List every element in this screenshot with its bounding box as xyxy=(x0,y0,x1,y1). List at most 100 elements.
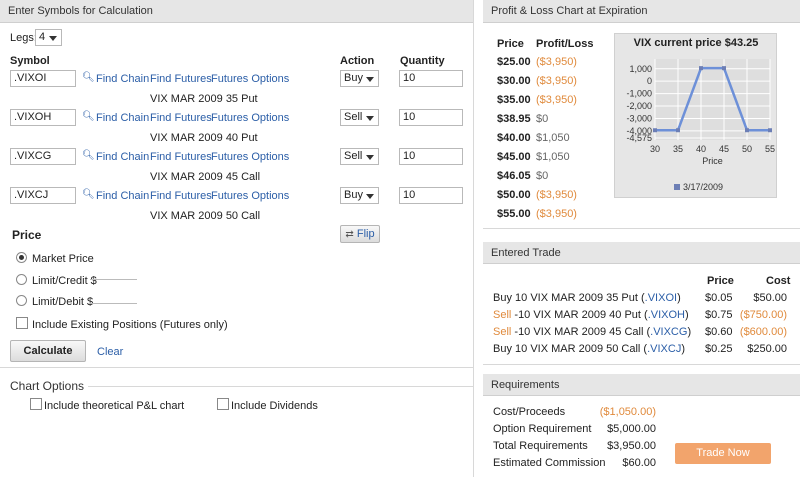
symbol-input[interactable]: .VIXOH xyxy=(10,109,76,126)
find-futures-link[interactable]: Find Futures xyxy=(150,190,212,202)
market-price-radio[interactable] xyxy=(16,252,27,263)
include-existing-checkbox[interactable] xyxy=(16,317,28,329)
entered-trade-title: Entered Trade xyxy=(491,247,561,259)
action-value: Buy xyxy=(344,189,363,201)
quantity-input[interactable]: 10 xyxy=(399,148,463,165)
trade-action: Sell xyxy=(493,309,512,321)
trade-cost: $50.00 xyxy=(753,292,787,304)
find-futures-link[interactable]: Find Futures xyxy=(150,151,212,163)
trade-close-paren: ) xyxy=(681,343,685,355)
requirement-value: ($1,050.00) xyxy=(599,406,656,418)
futures-options-link[interactable]: Futures Options xyxy=(211,190,289,202)
chart-x-tick-label: 50 xyxy=(742,144,752,154)
trade-close-paren: ) xyxy=(687,326,692,338)
pl-price-header: Price xyxy=(497,38,524,50)
limit-credit-input[interactable] xyxy=(90,266,137,280)
action-select[interactable]: Sell xyxy=(340,109,379,126)
trade-symbol-link[interactable]: .VIXOH xyxy=(648,309,685,321)
action-select[interactable]: Buy xyxy=(340,70,379,87)
chart-plot-area xyxy=(655,59,770,140)
trade-row: Sell -10 VIX MAR 2009 40 Put (.VIXOH) xyxy=(493,309,689,321)
quantity-input[interactable]: 10 xyxy=(399,109,463,126)
chart-data-point xyxy=(768,128,772,133)
trade-description: -10 VIX MAR 2009 45 Call ( xyxy=(511,326,651,338)
find-futures-link[interactable]: Find Futures xyxy=(150,73,212,85)
chart-legend-label: 3/17/2009 xyxy=(683,182,723,192)
symbol-input[interactable]: .VIXOI xyxy=(10,70,76,87)
legs-label: Legs: xyxy=(10,32,37,44)
trade-now-button[interactable]: Trade Now xyxy=(675,443,771,464)
trade-symbol-link[interactable]: .VIXCG xyxy=(650,326,687,338)
action-select[interactable]: Buy xyxy=(340,187,379,204)
include-existing-label: Include Existing Positions (Futures only… xyxy=(32,319,228,331)
limit-debit-radio[interactable] xyxy=(16,295,27,306)
magnifier-icon: 🔍︎ xyxy=(82,150,95,161)
trade-price: $0.25 xyxy=(705,343,733,355)
price-heading: Price xyxy=(12,228,42,242)
pl-row-price: $50.00 xyxy=(497,189,531,201)
futures-options-link[interactable]: Futures Options xyxy=(211,73,289,85)
find-futures-link[interactable]: Find Futures xyxy=(150,112,212,124)
trade-row: Sell -10 VIX MAR 2009 45 Call (.VIXCG) xyxy=(493,326,691,338)
right-divider-1 xyxy=(483,228,800,229)
pl-row-value: ($3,950) xyxy=(536,56,577,68)
chart-x-tick-label: 45 xyxy=(719,144,729,154)
market-price-label: Market Price xyxy=(32,253,94,265)
pl-chart: VIX current price $43.25 1,000 0 -1,000 -2,0… xyxy=(614,33,777,198)
chevron-down-icon xyxy=(366,194,374,199)
find-chain-link[interactable]: Find Chain xyxy=(96,112,149,124)
limit-credit-radio[interactable] xyxy=(16,274,27,285)
pl-row-price: $55.00 xyxy=(497,208,531,220)
symbol-input[interactable]: .VIXCJ xyxy=(10,187,76,204)
trade-price: $0.75 xyxy=(705,309,733,321)
find-chain-link[interactable]: Find Chain xyxy=(96,151,149,163)
trade-symbol-link[interactable]: .VIXCJ xyxy=(647,343,681,355)
action-value: Buy xyxy=(344,72,363,84)
futures-options-link[interactable]: Futures Options xyxy=(211,151,289,163)
find-chain-link[interactable]: Find Chain xyxy=(96,190,149,202)
leg-description: VIX MAR 2009 40 Put xyxy=(150,132,258,144)
symbol-input[interactable]: .VIXCG xyxy=(10,148,76,165)
limit-debit-label: Limit/Debit $ xyxy=(32,296,94,308)
trade-symbol-link[interactable]: .VIXOI xyxy=(645,292,677,304)
quantity-input[interactable]: 10 xyxy=(399,70,463,87)
section-divider xyxy=(0,367,473,368)
action-column-header: Action xyxy=(340,55,375,67)
pl-row-price: $38.95 xyxy=(497,113,531,125)
pl-panel-header: Profit & Loss Chart at Expiration xyxy=(483,0,800,23)
calculate-button[interactable]: Calculate xyxy=(10,340,86,362)
clear-link[interactable]: Clear xyxy=(97,346,123,358)
pl-row-price: $30.00 xyxy=(497,75,531,87)
quantity-input[interactable]: 10 xyxy=(399,187,463,204)
chart-legend-swatch xyxy=(674,184,680,190)
right-divider-2 xyxy=(483,364,800,365)
chart-x-tick-label: 35 xyxy=(673,144,683,154)
magnifier-icon: 🔍︎ xyxy=(82,189,95,200)
chevron-down-icon xyxy=(366,77,374,82)
trade-price: $0.05 xyxy=(705,292,733,304)
pl-row-value: ($3,950) xyxy=(536,208,577,220)
requirement-label: Total Requirements xyxy=(493,440,588,452)
requirement-label: Estimated Commission xyxy=(493,457,606,469)
pl-row-price: $45.00 xyxy=(497,151,531,163)
action-select[interactable]: Sell xyxy=(340,148,379,165)
requirement-value: $60.00 xyxy=(622,457,656,469)
theoretical-pl-checkbox[interactable] xyxy=(30,398,42,410)
limit-debit-input[interactable] xyxy=(90,290,137,304)
trade-cost: ($750.00) xyxy=(739,309,787,321)
requirement-value: $3,950.00 xyxy=(607,440,656,452)
trade-cost: $250.00 xyxy=(747,343,787,355)
trade-description: -10 VIX MAR 2009 40 Put ( xyxy=(511,309,648,321)
chart-x-tick-label: 30 xyxy=(650,144,660,154)
futures-options-link[interactable]: Futures Options xyxy=(211,112,289,124)
symbols-panel-title: Enter Symbols for Calculation xyxy=(8,5,153,17)
chart-data-point xyxy=(699,66,703,71)
flip-button[interactable]: ⇄ Flip xyxy=(340,225,380,243)
include-dividends-checkbox[interactable] xyxy=(217,398,229,410)
symbols-panel-header: Enter Symbols for Calculation xyxy=(0,0,473,23)
pl-row-value: ($3,950) xyxy=(536,189,577,201)
find-chain-link[interactable]: Find Chain xyxy=(96,73,149,85)
legs-select[interactable]: 4 xyxy=(35,29,62,46)
magnifier-icon: 🔍︎ xyxy=(82,111,95,122)
requirement-value: $5,000.00 xyxy=(607,423,656,435)
